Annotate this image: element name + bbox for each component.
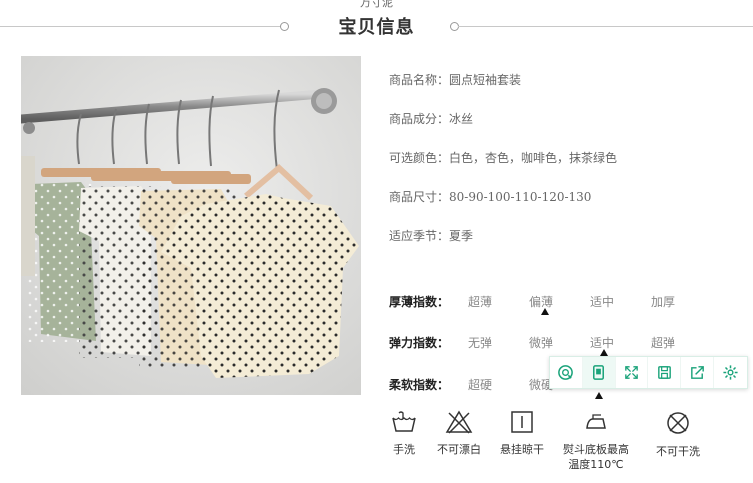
thickness-option: 超薄 [468, 295, 493, 309]
elasticity-index-label: 弹力指数： [389, 336, 450, 350]
care-no-dry-clean-label: 不可干洗 [656, 445, 700, 458]
thickness-index-label: 厚薄指数： [389, 295, 450, 309]
elasticity-option: 无弹 [468, 336, 493, 350]
thickness-option: 加厚 [651, 295, 676, 309]
brand-name: 万寸泥 [360, 0, 393, 9]
care-iron-label: 熨斗底板最高 温度110℃ [557, 442, 635, 472]
phone-icon [593, 365, 605, 380]
floating-toolbar [549, 356, 748, 389]
softness-index-label: 柔软指数： [389, 378, 450, 392]
search-icon [558, 365, 574, 380]
thickness-option: 适中 [590, 295, 615, 309]
care-iron: 熨斗底板最高 温度110℃ [557, 410, 635, 472]
product-colors: 可选颜色：白色，杏色，咖啡色，抹茶绿色 [389, 151, 618, 165]
save-icon [658, 366, 671, 379]
product-name: 商品名称：圆点短袖套装 [389, 73, 522, 87]
product-sizes: 商品尺寸：80-90-100-110-120-130 [389, 190, 592, 204]
care-no-bleach: 不可漂白 [431, 410, 487, 457]
care-hand-wash: 手洗 [384, 410, 424, 457]
settings-button[interactable] [714, 357, 747, 388]
elasticity-selected-marker [600, 349, 608, 356]
phone-view-button[interactable] [582, 357, 616, 388]
hang-dry-icon [511, 411, 533, 433]
elasticity-option: 超弹 [651, 336, 676, 350]
no-bleach-icon [445, 410, 473, 434]
softness-selected-marker [595, 392, 603, 399]
hand-wash-icon [392, 411, 416, 432]
care-hang-dry-label: 悬挂晾干 [500, 443, 544, 456]
expand-icon [625, 366, 638, 379]
expand-button[interactable] [616, 357, 649, 388]
settings-icon [723, 365, 738, 380]
no-dry-clean-icon [667, 412, 689, 434]
iron-icon [586, 414, 606, 429]
search-button[interactable] [550, 357, 583, 388]
care-iron-label-line2: 温度110℃ [568, 458, 624, 471]
softness-option: 超硬 [468, 378, 493, 392]
product-season: 适应季节：夏季 [389, 229, 474, 243]
header-divider-right [458, 26, 753, 27]
product-photo [21, 56, 361, 395]
save-button[interactable] [648, 357, 682, 388]
care-no-dry-clean: 不可干洗 [650, 410, 706, 459]
share-icon [690, 366, 704, 379]
care-iron-label-line1: 熨斗底板最高 [563, 443, 629, 456]
care-hang-dry: 悬挂晾干 [494, 410, 550, 457]
elasticity-option: 微弹 [529, 336, 554, 350]
care-hand-wash-label: 手洗 [393, 443, 415, 456]
care-no-bleach-label: 不可漂白 [437, 443, 481, 456]
thickness-selected-marker [541, 308, 549, 315]
product-material: 商品成分：冰丝 [389, 112, 474, 126]
share-button[interactable] [681, 357, 715, 388]
